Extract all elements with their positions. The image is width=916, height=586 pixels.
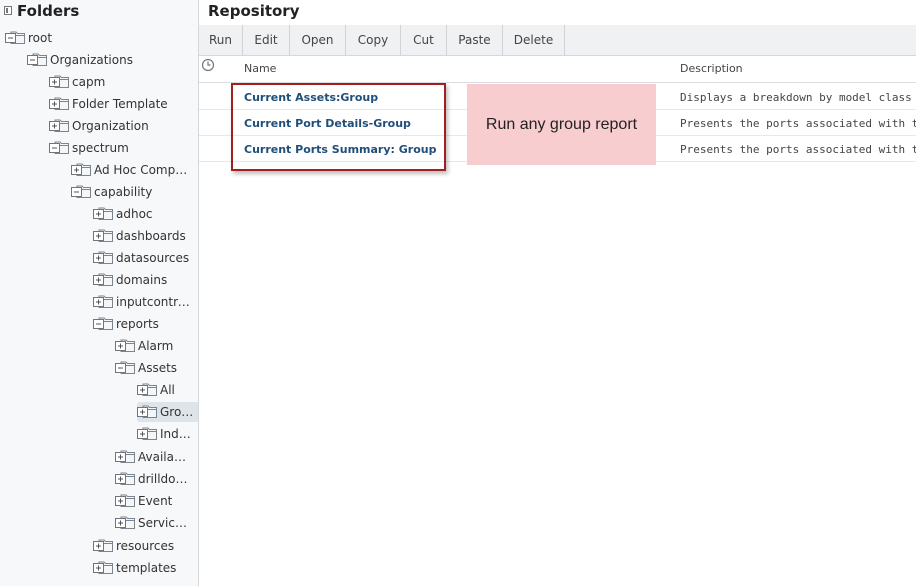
tree-item-label: Event xyxy=(138,494,173,508)
edit-button[interactable]: Edit xyxy=(243,25,290,55)
open-button[interactable]: Open xyxy=(290,25,346,55)
tree-item-label: Availabi… xyxy=(138,450,193,464)
tree-item-label: All xyxy=(160,383,175,397)
folder-closed-icon[interactable] xyxy=(93,228,113,242)
tree-item[interactable]: All xyxy=(137,380,198,400)
tree-item-label: capability xyxy=(94,185,153,199)
tree-item[interactable]: Ad Hoc Compon… xyxy=(71,160,198,180)
tree-item-label: Gro… xyxy=(160,405,194,419)
folder-closed-icon[interactable] xyxy=(93,206,113,220)
report-description: Presents the ports associated with the c… xyxy=(680,117,916,130)
folder-closed-icon[interactable] xyxy=(49,96,69,110)
grid-header xyxy=(199,56,916,83)
tree-item[interactable]: Organization xyxy=(49,116,198,136)
tree-item-label: adhoc xyxy=(116,207,153,221)
tree-item[interactable]: datasources xyxy=(93,248,198,268)
folder-open-icon[interactable] xyxy=(115,360,135,374)
tree-item[interactable]: Indi… xyxy=(137,424,198,444)
tree-item-label: templates xyxy=(116,561,177,575)
tree-item-label: capm xyxy=(72,75,106,89)
cut-button[interactable]: Cut xyxy=(401,25,447,55)
folder-open-icon[interactable] xyxy=(93,316,113,330)
folder-closed-icon[interactable] xyxy=(115,471,135,485)
folder-closed-icon[interactable] xyxy=(137,404,157,418)
tree-item[interactable]: Assets xyxy=(115,358,198,378)
repository-title: Repository xyxy=(208,2,300,20)
callout-annotation: Run any group report xyxy=(467,84,656,165)
tree-item-label: Ad Hoc Compon… xyxy=(94,163,193,177)
tree-item[interactable]: domains xyxy=(93,270,198,290)
delete-button[interactable]: Delete xyxy=(503,25,565,55)
tree-item-label: resources xyxy=(116,539,175,553)
folder-closed-icon[interactable] xyxy=(49,118,69,132)
tree-item[interactable]: Gro… xyxy=(137,402,198,422)
folders-title: Folders xyxy=(17,2,80,20)
tree-item[interactable]: resources xyxy=(93,536,198,556)
tree-item-label: Folder Template xyxy=(72,97,168,111)
tree-item-label: drilldow… xyxy=(138,472,193,486)
folder-closed-icon[interactable] xyxy=(93,250,113,264)
folder-closed-icon[interactable] xyxy=(137,426,157,440)
tree-item[interactable]: root xyxy=(5,28,198,48)
tree-item[interactable]: dashboards xyxy=(93,226,198,246)
run-button[interactable]: Run xyxy=(199,25,243,55)
folder-closed-icon[interactable] xyxy=(93,272,113,286)
tree-item[interactable]: inputcontrols xyxy=(93,292,198,312)
folder-closed-icon[interactable] xyxy=(115,338,135,352)
folder-closed-icon[interactable] xyxy=(115,515,135,529)
tree-item-label: Alarm xyxy=(138,339,174,353)
tree-item[interactable]: reports xyxy=(93,314,198,334)
tree-item[interactable]: drilldow… xyxy=(115,469,198,489)
folders-panel: Folders root Organizations capm Folder Temp… xyxy=(0,0,199,586)
report-description: Presents the ports associated with the c… xyxy=(680,143,916,156)
tree-item-label: root xyxy=(28,31,53,45)
folder-open-icon[interactable] xyxy=(71,184,91,198)
folder-open-icon[interactable] xyxy=(27,52,47,66)
folder-closed-icon[interactable] xyxy=(93,538,113,552)
folder-open-icon[interactable] xyxy=(49,140,69,154)
folder-closed-icon[interactable] xyxy=(115,493,135,507)
folder-closed-icon[interactable] xyxy=(71,162,91,176)
tree-item-label: Organization xyxy=(72,119,149,133)
tree-item[interactable]: templates xyxy=(93,558,198,578)
folder-closed-icon[interactable] xyxy=(93,560,113,574)
tree-item[interactable]: spectrum xyxy=(49,138,198,158)
folder-closed-icon[interactable] xyxy=(115,449,135,463)
tree-item-label: dashboards xyxy=(116,229,186,243)
folders-header: Folders xyxy=(0,0,198,22)
tree-item[interactable]: Folder Template xyxy=(49,94,198,114)
tree-item[interactable]: Availabi… xyxy=(115,447,198,467)
highlight-annotation-box xyxy=(231,83,446,171)
tree-item[interactable]: Service… xyxy=(115,513,198,533)
tree-item-label: reports xyxy=(116,317,159,331)
tree-item[interactable]: Alarm xyxy=(115,336,198,356)
tree-item-label: Assets xyxy=(138,361,178,375)
tree-item-label: Organizations xyxy=(50,53,133,67)
clock-icon[interactable] xyxy=(201,58,215,72)
copy-button[interactable]: Copy xyxy=(346,25,401,55)
report-description: Displays a breakdown by model class of d xyxy=(680,91,916,104)
folder-open-icon[interactable] xyxy=(5,30,25,44)
tree-item[interactable]: capability xyxy=(71,182,198,202)
folder-closed-icon[interactable] xyxy=(49,74,69,88)
tree-item[interactable]: Organizations xyxy=(27,50,198,70)
name-column-header[interactable]: Name xyxy=(244,62,276,75)
tree-item-label: inputcontrols xyxy=(116,295,193,309)
tree-item[interactable]: capm xyxy=(49,72,198,92)
paste-button[interactable]: Paste xyxy=(447,25,503,55)
collapse-panel-icon[interactable] xyxy=(4,6,12,15)
repository-toolbar: Run Edit Open Copy Cut Paste Delete xyxy=(199,25,916,56)
tree-item-label: Indi… xyxy=(160,427,194,441)
tree-item-label: datasources xyxy=(116,251,190,265)
tree-item-label: spectrum xyxy=(72,141,129,155)
tree-item[interactable]: adhoc xyxy=(93,204,198,224)
folder-closed-icon[interactable] xyxy=(93,294,113,308)
tree-item-label: Service… xyxy=(138,516,193,530)
folder-closed-icon[interactable] xyxy=(137,382,157,396)
description-column-header[interactable]: Description xyxy=(680,62,743,75)
tree-item[interactable]: Event xyxy=(115,491,198,511)
tree-item-label: domains xyxy=(116,273,168,287)
